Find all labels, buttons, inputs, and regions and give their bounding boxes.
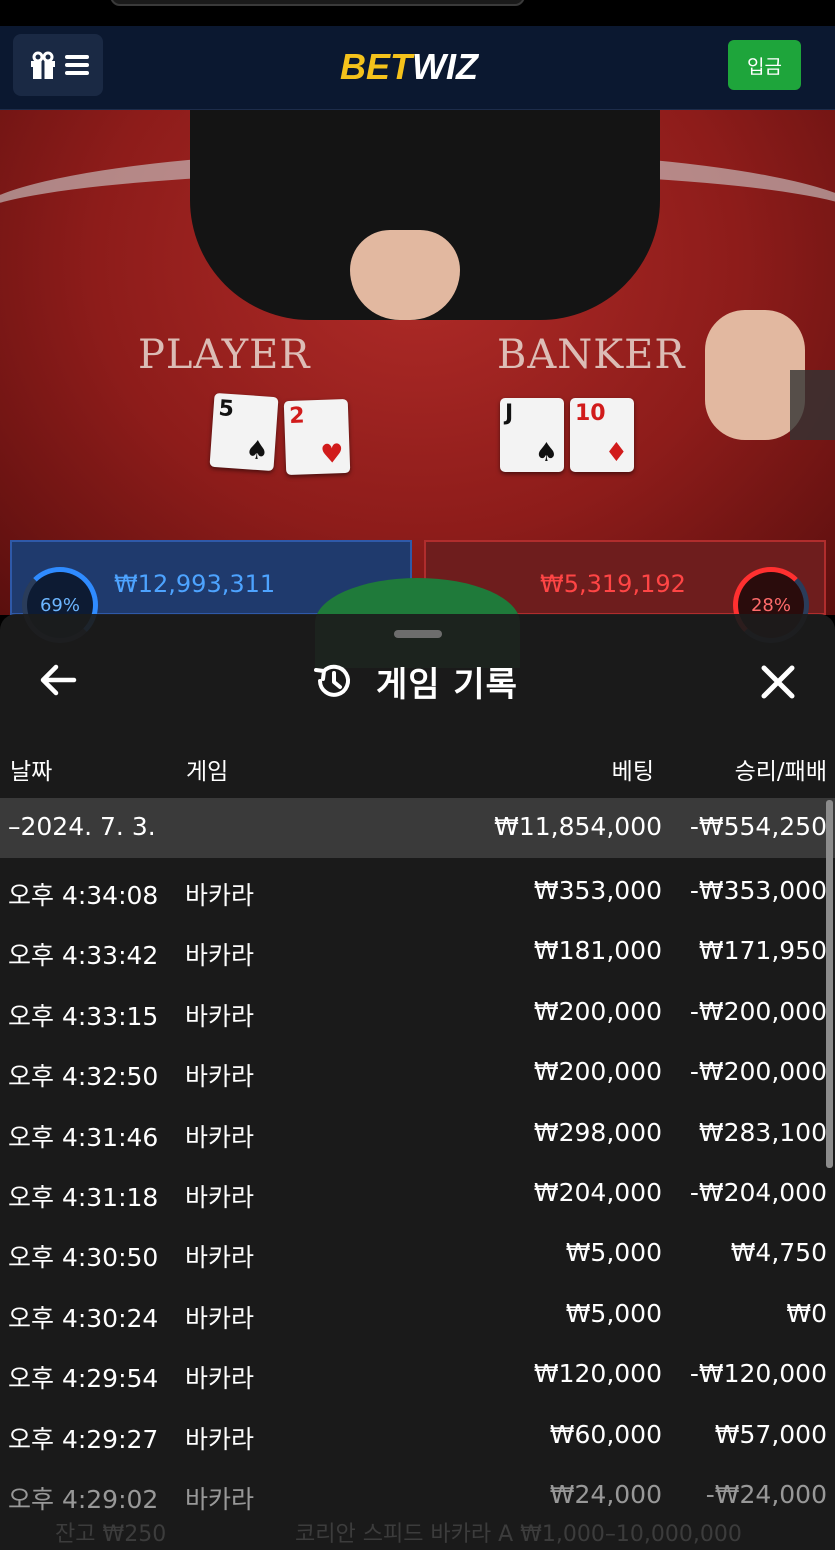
history-row[interactable]: 오후 4:34:08 바카라 ₩353,000 -₩353,000 xyxy=(0,862,835,922)
row-time: 오후 4:32:50 xyxy=(8,1062,159,1092)
row-game: 바카라 xyxy=(185,1364,255,1394)
row-time: 오후 4:31:18 xyxy=(8,1182,159,1212)
row-result: -₩120,000 xyxy=(689,1359,827,1389)
row-bet: ₩60,000 xyxy=(549,1419,662,1449)
close-icon[interactable] xyxy=(756,660,800,704)
row-game: 바카라 xyxy=(185,1243,255,1273)
deposit-button[interactable]: 입금 xyxy=(728,40,801,90)
row-time: 오후 4:31:46 xyxy=(8,1122,159,1152)
column-header-result: 승리/패배 xyxy=(734,759,827,785)
row-game: 바카라 xyxy=(185,941,255,971)
row-game: 바카라 xyxy=(185,1484,255,1514)
row-time: 오후 4:29:02 xyxy=(8,1484,159,1514)
row-result: ₩0 xyxy=(786,1298,827,1328)
status-pill xyxy=(110,0,525,6)
row-bet: ₩24,000 xyxy=(549,1479,662,1509)
column-header-game: 게임 xyxy=(186,759,229,785)
row-game: 바카라 xyxy=(185,1122,255,1152)
player-card-2: 2 ♥ xyxy=(283,398,351,476)
history-row[interactable]: 오후 4:30:24 바카라 ₩5,000 ₩0 xyxy=(0,1285,835,1345)
column-header-bet: 베팅 xyxy=(611,759,654,785)
row-game: 바카라 xyxy=(185,1062,255,1092)
history-list: 오후 4:34:08 바카라 ₩353,000 -₩353,000 오후 4:3… xyxy=(0,862,835,1526)
history-row[interactable]: 오후 4:29:54 바카라 ₩120,000 -₩120,000 xyxy=(0,1345,835,1405)
row-game: 바카라 xyxy=(185,1182,255,1212)
row-result: -₩204,000 xyxy=(689,1177,827,1207)
scrollbar[interactable] xyxy=(826,800,833,1168)
brand-logo: BETWIZ xyxy=(340,46,478,87)
row-bet: ₩353,000 xyxy=(533,876,662,905)
player-zone-label: PLAYER xyxy=(138,332,311,378)
history-row[interactable]: 오후 4:31:46 바카라 ₩298,000 ₩283,100 xyxy=(0,1104,835,1164)
table-name-label: 코리안 스피드 바카라 A ₩1,000–10,000,000 xyxy=(295,1522,742,1547)
row-result: -₩353,000 xyxy=(689,876,827,905)
history-row[interactable]: 오후 4:30:50 바카라 ₩5,000 ₩4,750 xyxy=(0,1224,835,1284)
gift-icon xyxy=(31,51,55,79)
summary-date: –2024. 7. 3. xyxy=(8,812,156,841)
row-time: 오후 4:29:54 xyxy=(8,1364,159,1394)
row-game: 바카라 xyxy=(185,881,255,910)
hamburger-icon xyxy=(65,55,89,75)
row-time: 오후 4:30:24 xyxy=(8,1303,159,1333)
row-result: -₩24,000 xyxy=(705,1479,827,1509)
status-bar xyxy=(0,0,835,26)
history-row[interactable]: 오후 4:33:15 바카라 ₩200,000 -₩200,000 xyxy=(0,983,835,1043)
row-result: ₩4,750 xyxy=(730,1238,827,1268)
row-result: ₩171,950 xyxy=(698,936,827,966)
row-result: ₩57,000 xyxy=(714,1419,827,1449)
row-bet: ₩200,000 xyxy=(533,1057,662,1087)
summary-bet: ₩11,854,000 xyxy=(494,812,662,841)
history-row[interactable]: 오후 4:33:42 바카라 ₩181,000 ₩171,950 xyxy=(0,922,835,982)
row-result: -₩200,000 xyxy=(689,996,827,1026)
banker-card-2: 10 ♦ xyxy=(570,398,634,472)
summary-result: -₩554,250 xyxy=(689,812,827,841)
row-bet: ₩298,000 xyxy=(533,1117,662,1147)
banker-total-amount: ₩5,319,192 xyxy=(540,570,686,598)
row-bet: ₩5,000 xyxy=(565,1298,662,1328)
balance-label: 잔고 ₩250 xyxy=(55,1522,167,1547)
history-row[interactable]: 오후 4:32:50 바카라 ₩200,000 -₩200,000 xyxy=(0,1043,835,1103)
app-header: BETWIZ 입금 xyxy=(0,26,835,110)
row-bet: ₩181,000 xyxy=(533,936,662,966)
row-bet: ₩200,000 xyxy=(533,996,662,1026)
game-history-sheet: 게임 기록 날짜 게임 베팅 승리/패배 –2024. 7. 3. ₩11,85… xyxy=(0,614,835,1550)
player-card-1: 5 ♠ xyxy=(209,392,279,472)
column-header-date: 날짜 xyxy=(10,759,53,785)
banker-card-1: J ♠ xyxy=(500,398,564,472)
row-time: 오후 4:29:27 xyxy=(8,1424,159,1454)
row-game: 바카라 xyxy=(185,1424,255,1454)
dealer-hand xyxy=(350,230,460,320)
menu-button[interactable] xyxy=(13,34,103,96)
row-game: 바카라 xyxy=(185,1001,255,1031)
date-summary-row[interactable]: –2024. 7. 3. ₩11,854,000 -₩554,250 xyxy=(0,798,835,858)
back-arrow-icon[interactable] xyxy=(36,660,80,700)
row-bet: ₩5,000 xyxy=(565,1238,662,1268)
history-icon xyxy=(314,664,350,697)
footer-bar: 잔고 ₩250 코리안 스피드 바카라 A ₩1,000–10,000,000 xyxy=(0,1512,835,1550)
row-result: -₩200,000 xyxy=(689,1057,827,1087)
history-row[interactable]: 오후 4:31:18 바카라 ₩204,000 -₩204,000 xyxy=(0,1164,835,1224)
row-game: 바카라 xyxy=(185,1303,255,1333)
sheet-title: 게임 기록 xyxy=(376,664,518,705)
row-time: 오후 4:30:50 xyxy=(8,1243,159,1273)
row-result: ₩283,100 xyxy=(698,1117,827,1147)
row-time: 오후 4:33:15 xyxy=(8,1001,159,1031)
player-total-amount: ₩12,993,311 xyxy=(114,570,276,598)
row-time: 오후 4:34:08 xyxy=(8,881,159,910)
history-row[interactable]: 오후 4:29:27 바카라 ₩60,000 ₩57,000 xyxy=(0,1406,835,1466)
banker-zone-label: BANKER xyxy=(497,332,686,378)
row-bet: ₩120,000 xyxy=(533,1359,662,1389)
row-time: 오후 4:33:42 xyxy=(8,941,159,971)
row-bet: ₩204,000 xyxy=(533,1177,662,1207)
sheet-grabber[interactable] xyxy=(394,630,442,638)
sheet-header: 게임 기록 xyxy=(312,656,518,706)
card-shoe xyxy=(790,370,835,440)
